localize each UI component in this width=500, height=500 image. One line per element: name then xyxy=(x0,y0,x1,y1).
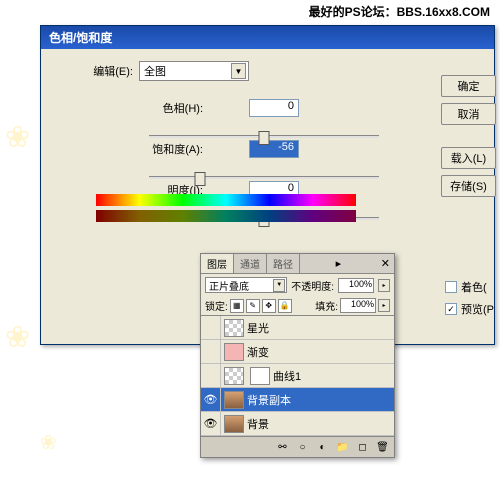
cancel-button[interactable]: 取消 xyxy=(441,103,496,125)
save-button[interactable]: 存储(S) xyxy=(441,175,496,197)
saturation-slider-thumb[interactable] xyxy=(194,172,205,186)
layer-name: 背景 xyxy=(247,416,269,432)
layer-name: 星光 xyxy=(247,320,269,336)
tab-channels[interactable]: 通道 xyxy=(234,254,267,273)
trash-icon[interactable]: 🗑 xyxy=(375,440,390,454)
fill-input[interactable]: 100% xyxy=(340,298,376,313)
edit-select-value: 全图 xyxy=(144,63,166,79)
chevron-down-icon[interactable]: ▼ xyxy=(231,63,246,79)
hue-gradient-bottom xyxy=(96,210,356,222)
opacity-label: 不透明度: xyxy=(291,278,334,293)
watermark-top: 最好的PS论坛：BBS.16xx8.COM xyxy=(309,3,490,20)
close-icon[interactable]: ✕ xyxy=(377,254,394,273)
load-button[interactable]: 载入(L) xyxy=(441,147,496,169)
fx-icon[interactable]: ○ xyxy=(295,440,310,454)
lock-position-icon[interactable]: ✥ xyxy=(262,299,276,313)
chevron-down-icon[interactable]: ▼ xyxy=(273,279,285,292)
layer-thumbnail xyxy=(224,415,244,433)
folder-icon[interactable]: 📁 xyxy=(335,440,350,454)
colorize-checkbox[interactable] xyxy=(445,281,457,293)
saturation-input[interactable]: -56 xyxy=(249,140,299,158)
dialog-title: 色相/饱和度 xyxy=(41,26,494,49)
layer-item[interactable]: 👁 背景副本 xyxy=(201,388,394,412)
fill-label: 填充: xyxy=(315,298,338,313)
hue-input[interactable]: 0 xyxy=(249,99,299,117)
layer-item[interactable]: 渐变 xyxy=(201,340,394,364)
tab-paths[interactable]: 路径 xyxy=(267,254,300,273)
edit-label: 编辑(E): xyxy=(49,63,139,79)
panel-menu-icon[interactable]: ▸ xyxy=(332,254,346,273)
hue-gradient-top xyxy=(96,194,356,206)
layer-item[interactable]: 曲线1 xyxy=(201,364,394,388)
visibility-toggle[interactable]: 👁 xyxy=(201,412,221,436)
layer-name: 渐变 xyxy=(247,344,269,360)
lock-paint-icon[interactable]: ✎ xyxy=(246,299,260,313)
blend-mode-value: 正片叠底 xyxy=(209,278,249,293)
ok-button[interactable]: 确定 xyxy=(441,75,496,97)
layer-item[interactable]: 星光 xyxy=(201,316,394,340)
lock-all-icon[interactable]: 🔒 xyxy=(278,299,292,313)
layer-thumbnail xyxy=(224,391,244,409)
visibility-toggle[interactable] xyxy=(201,364,221,388)
blend-mode-select[interactable]: 正片叠底 ▼ xyxy=(205,277,287,293)
saturation-slider[interactable] xyxy=(149,176,379,179)
tab-layers[interactable]: 图层 xyxy=(201,254,234,273)
chevron-right-icon[interactable]: ▸ xyxy=(378,279,390,292)
visibility-toggle[interactable] xyxy=(201,340,221,364)
layers-panel: 图层 通道 路径 ▸ ✕ 正片叠底 ▼ 不透明度: 100% ▸ 锁定: ▦ ✎… xyxy=(200,253,395,458)
mask-icon[interactable]: ◐ xyxy=(315,440,330,454)
visibility-toggle[interactable] xyxy=(201,316,221,340)
opacity-input[interactable]: 100% xyxy=(338,278,374,293)
chevron-right-icon[interactable]: ▸ xyxy=(378,299,390,312)
layer-thumbnail xyxy=(224,343,244,361)
layer-thumbnail xyxy=(224,367,244,385)
edit-select[interactable]: 全图 ▼ xyxy=(139,61,249,81)
hue-slider-thumb[interactable] xyxy=(259,131,270,145)
preview-checkbox[interactable]: ✓ xyxy=(445,303,457,315)
saturation-label: 饱和度(A): xyxy=(49,141,209,157)
layer-name: 曲线1 xyxy=(273,368,301,384)
layer-item[interactable]: 👁 背景 xyxy=(201,412,394,436)
new-layer-icon[interactable]: ◻ xyxy=(355,440,370,454)
link-icon[interactable]: ⚯ xyxy=(275,440,290,454)
layer-name: 背景副本 xyxy=(247,392,291,408)
colorize-label: 着色( xyxy=(461,279,487,295)
hue-slider[interactable] xyxy=(149,135,379,138)
adjustment-icon xyxy=(250,367,270,385)
lock-transparency-icon[interactable]: ▦ xyxy=(230,299,244,313)
lock-label: 锁定: xyxy=(205,298,228,313)
layer-thumbnail xyxy=(224,319,244,337)
visibility-toggle[interactable]: 👁 xyxy=(201,388,221,412)
hue-label: 色相(H): xyxy=(49,100,209,116)
preview-label: 预览(P xyxy=(461,301,494,317)
